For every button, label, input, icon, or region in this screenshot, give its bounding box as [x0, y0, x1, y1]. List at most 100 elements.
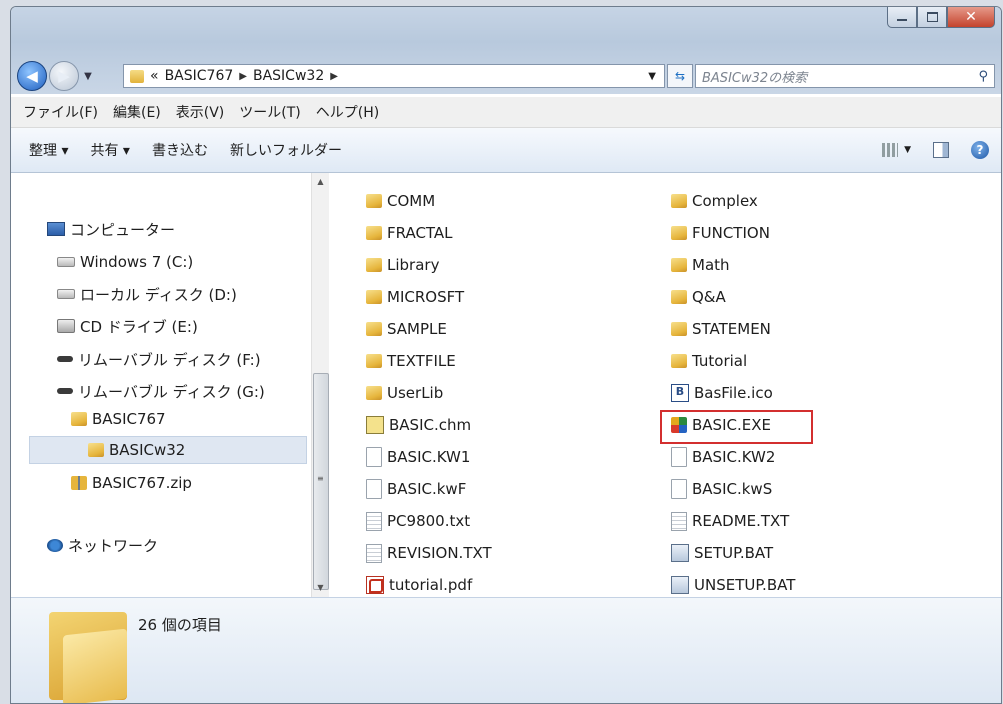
share-button[interactable]: 共有 ▾	[90, 140, 129, 160]
command-bar: 整理 ▾ 共有 ▾ 書き込む 新しいフォルダー ▼ ?	[11, 128, 1001, 173]
file-item[interactable]: PC9800.txt	[366, 506, 470, 536]
breadcrumb-separator-icon[interactable]: ▶	[330, 71, 338, 82]
help-icon[interactable]: ?	[971, 141, 989, 159]
breadcrumb-overflow[interactable]: «	[150, 68, 159, 84]
file-name: Complex	[692, 192, 758, 210]
batch-file-icon	[671, 544, 689, 562]
view-dropdown-icon[interactable]: ▼	[904, 145, 911, 155]
file-list: COMM FRACTAL Library MICROSFT SAMPLE TEX…	[329, 173, 1001, 597]
scroll-down-icon[interactable]: ▼	[312, 579, 329, 597]
file-item[interactable]: BASIC.kwF	[366, 474, 466, 504]
tree-item-drive-g[interactable]: リムーバブル ディスク (G:)	[57, 377, 265, 405]
file-name: COMM	[387, 192, 436, 210]
folder-icon	[671, 322, 687, 336]
scroll-thumb[interactable]: ≡	[313, 373, 329, 590]
file-name: Library	[387, 256, 440, 274]
breadcrumb-separator-icon[interactable]: ▶	[239, 71, 247, 82]
view-options-icon[interactable]	[882, 143, 899, 157]
menu-tools[interactable]: ツール(T)	[239, 102, 300, 122]
navigation-scrollbar[interactable]: ▲ ≡ ▼	[311, 173, 329, 597]
item-count: 26 個の項目	[138, 616, 222, 634]
file-item[interactable]: tutorial.pdf	[366, 570, 472, 600]
explorer-window: ✕ ◀ ▶ ▼ « BASIC767 ▶ BASICw32 ▶ ▼ ⇆ BASI…	[10, 6, 1002, 704]
file-item[interactable]: README.TXT	[671, 506, 789, 536]
burn-button[interactable]: 書き込む	[152, 140, 208, 160]
back-button[interactable]: ◀	[17, 61, 47, 91]
file-item[interactable]: BASIC.KW2	[671, 442, 775, 472]
tree-item-drive-f[interactable]: リムーバブル ディスク (F:)	[57, 345, 261, 373]
removable-drive-icon	[57, 356, 73, 362]
file-item[interactable]: BASIC.KW1	[366, 442, 470, 472]
folder-icon	[366, 354, 382, 368]
folder-icon	[671, 354, 687, 368]
tree-item-network[interactable]: ネットワーク	[47, 531, 158, 559]
file-item[interactable]: FRACTAL	[366, 218, 453, 248]
tree-item-drive-d[interactable]: ローカル ディスク (D:)	[57, 280, 237, 308]
menu-edit[interactable]: 編集(E)	[113, 102, 161, 122]
file-item[interactable]: SAMPLE	[366, 314, 447, 344]
file-item[interactable]: UNSETUP.BAT	[671, 570, 795, 600]
file-item[interactable]: B BasFile.ico	[671, 378, 773, 408]
tree-item-basic767-zip[interactable]: BASIC767.zip	[71, 469, 192, 497]
forward-button[interactable]: ▶	[49, 61, 79, 91]
file-item[interactable]: MICROSFT	[366, 282, 464, 312]
search-box[interactable]: BASICw32の検索 ⚲	[695, 64, 995, 88]
address-bar[interactable]: « BASIC767 ▶ BASICw32 ▶ ▼	[123, 64, 665, 88]
file-name: FRACTAL	[387, 224, 453, 242]
file-item[interactable]: TEXTFILE	[366, 346, 456, 376]
file-item[interactable]: FUNCTION	[671, 218, 770, 248]
file-item[interactable]: Complex	[671, 186, 758, 216]
file-item[interactable]: BASIC.chm	[366, 410, 471, 440]
folder-icon	[366, 194, 382, 208]
minimize-icon	[897, 19, 907, 21]
maximize-icon	[926, 12, 938, 22]
file-name: BASIC.kwF	[387, 480, 467, 498]
organize-button[interactable]: 整理 ▾	[29, 140, 68, 160]
navigation-pane: コンピューター Windows 7 (C:) ローカル ディスク (D:) CD…	[11, 173, 309, 597]
file-name: PC9800.txt	[387, 512, 471, 530]
file-name: UserLib	[387, 384, 444, 402]
file-item[interactable]: Q&A	[671, 282, 726, 312]
file-item[interactable]: COMM	[366, 186, 435, 216]
tree-item-label: BASIC767	[92, 410, 166, 428]
refresh-button[interactable]: ⇆	[667, 64, 693, 88]
breadcrumb-basic767[interactable]: BASIC767	[165, 68, 234, 84]
file-name: FUNCTION	[692, 224, 770, 242]
tree-item-computer[interactable]: コンピューター	[47, 215, 175, 243]
menu-help[interactable]: ヘルプ(H)	[316, 102, 379, 122]
minimize-button[interactable]	[887, 7, 917, 28]
breadcrumb-basicw32[interactable]: BASICw32	[253, 68, 324, 84]
tree-item-basic767[interactable]: BASIC767	[71, 405, 166, 433]
close-button[interactable]: ✕	[947, 7, 995, 28]
file-item[interactable]: Tutorial	[671, 346, 747, 376]
file-item[interactable]: SETUP.BAT	[671, 538, 773, 568]
menu-view[interactable]: 表示(V)	[176, 102, 225, 122]
file-item[interactable]: BASIC.kwS	[671, 474, 772, 504]
tree-item-drive-c[interactable]: Windows 7 (C:)	[57, 248, 193, 276]
tree-item-label: Windows 7 (C:)	[80, 253, 194, 271]
address-dropdown-icon[interactable]: ▼	[648, 71, 656, 82]
tree-item-basicw32[interactable]: BASICw32	[29, 436, 307, 464]
refresh-icon: ⇆	[674, 69, 686, 83]
file-name: BASIC.KW2	[692, 448, 776, 466]
tree-item-label: BASICw32	[109, 441, 186, 459]
file-name: BASIC.kwS	[692, 480, 773, 498]
file-item[interactable]: Library	[366, 250, 439, 280]
file-item[interactable]: STATEMEN	[671, 314, 771, 344]
menu-file[interactable]: ファイル(F)	[23, 102, 98, 122]
search-placeholder: BASICw32の検索	[702, 70, 808, 86]
folder-icon	[671, 290, 687, 304]
search-icon[interactable]: ⚲	[978, 69, 988, 84]
file-item[interactable]: UserLib	[366, 378, 443, 408]
file-name: TEXTFILE	[387, 352, 456, 370]
maximize-button[interactable]	[917, 7, 947, 28]
scroll-up-icon[interactable]: ▲	[312, 173, 329, 191]
tree-item-drive-e[interactable]: CD ドライブ (E:)	[57, 312, 198, 340]
file-item[interactable]: Math	[671, 250, 730, 280]
file-item[interactable]: REVISION.TXT	[366, 538, 492, 568]
file-name: UNSETUP.BAT	[694, 576, 796, 594]
recent-pages-dropdown[interactable]: ▼	[81, 71, 95, 82]
drive-icon	[57, 289, 75, 299]
preview-pane-icon[interactable]	[933, 142, 949, 158]
new-folder-button[interactable]: 新しいフォルダー	[230, 140, 342, 160]
